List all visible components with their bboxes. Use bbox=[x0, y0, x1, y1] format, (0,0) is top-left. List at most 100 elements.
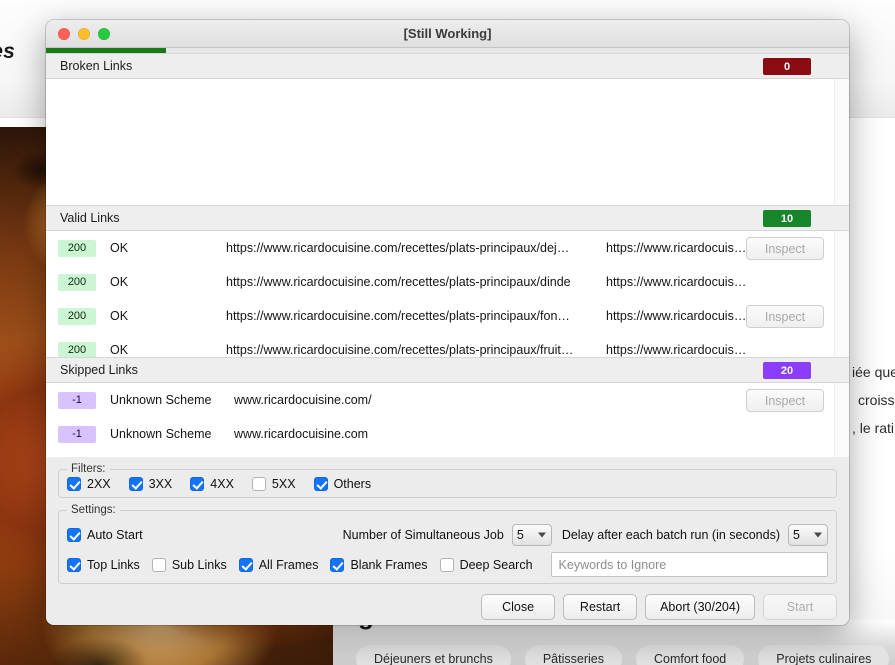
checkbox-icon[interactable] bbox=[67, 477, 81, 491]
sub-links-toggle[interactable]: Sub Links bbox=[151, 557, 227, 572]
checkbox-icon[interactable] bbox=[67, 557, 81, 572]
section-label-broken-links: Broken Links bbox=[60, 59, 133, 73]
auto-start-toggle[interactable]: Auto Start bbox=[67, 528, 143, 542]
background-headline: RDO es bbox=[0, 40, 16, 63]
simultaneous-job-label: Number of Simultaneous Job bbox=[342, 528, 504, 542]
dialog-button-bar: Close Restart Abort (30/204) Start bbox=[58, 584, 837, 625]
link-url[interactable]: https://www.ricardocuisine.com/recettes/… bbox=[226, 343, 606, 357]
link-url[interactable]: www.ricardocuisine.com bbox=[234, 427, 376, 441]
checkbox-icon[interactable] bbox=[67, 528, 81, 542]
dialog-controls: Filters: 2XX 3XX 4XX 5XX Others Settings… bbox=[46, 457, 849, 625]
blank-frames-toggle[interactable]: Blank Frames bbox=[330, 557, 428, 572]
skipped-links-count-badge: 20 bbox=[763, 362, 811, 379]
filter-others[interactable]: Others bbox=[313, 477, 372, 491]
filter-4xx[interactable]: 4XX bbox=[190, 477, 234, 491]
scope-label: Deep Search bbox=[459, 557, 533, 572]
filter-5xx[interactable]: 5XX bbox=[251, 477, 296, 491]
delay-select[interactable]: 5 bbox=[788, 524, 828, 546]
filter-label: Others bbox=[333, 477, 372, 491]
link-url[interactable]: https://www.ricardocuisine.com/recettes/… bbox=[226, 309, 606, 323]
link-url[interactable]: www.ricardocuisine.com/ bbox=[234, 393, 380, 407]
table-row[interactable]: 200 OK https://www.ricardocuisine.com/re… bbox=[46, 299, 849, 333]
dialog-titlebar[interactable]: [Still Working] bbox=[46, 20, 849, 48]
checkbox-icon[interactable] bbox=[151, 557, 166, 572]
source-url[interactable]: https://www.ricardocuis… bbox=[606, 275, 768, 289]
delay-label: Delay after each batch run (in seconds) bbox=[561, 528, 780, 542]
skipped-links-list[interactable]: -1 Unknown Scheme www.ricardocuisine.com… bbox=[46, 383, 849, 457]
status-code-badge: 200 bbox=[58, 341, 96, 357]
filters-group: Filters: 2XX 3XX 4XX 5XX Others bbox=[58, 463, 837, 498]
top-links-toggle[interactable]: Top Links bbox=[67, 557, 140, 572]
background-category-chips: Déjeuners et brunchs Pâtisseries Comfort… bbox=[356, 645, 895, 665]
checkbox-icon[interactable] bbox=[238, 557, 253, 572]
background-right-line-2: croissa bbox=[858, 392, 895, 408]
keywords-to-ignore-input[interactable]: Keywords to Ignore bbox=[550, 552, 828, 577]
all-frames-toggle[interactable]: All Frames bbox=[238, 557, 319, 572]
scope-label: All Frames bbox=[258, 557, 319, 572]
valid-links-list[interactable]: 200 OK https://www.ricardocuisine.com/re… bbox=[46, 231, 849, 357]
link-url[interactable]: https://www.ricardocuisine.com/recettes/… bbox=[226, 241, 606, 255]
status-code-badge: -1 bbox=[58, 425, 96, 443]
category-chip[interactable]: Pâtisseries bbox=[524, 645, 622, 665]
restart-button[interactable]: Restart bbox=[563, 594, 638, 620]
status-code-badge: -1 bbox=[58, 391, 96, 409]
section-header-valid-links[interactable]: Valid Links 10 bbox=[46, 205, 849, 231]
chevron-down-icon bbox=[814, 532, 822, 538]
category-chip[interactable]: Comfort food bbox=[635, 645, 745, 665]
status-text: OK bbox=[110, 309, 129, 323]
table-row[interactable]: -1 Unknown Scheme www.ricardocuisine.com… bbox=[46, 417, 849, 451]
chevron-down-icon bbox=[537, 532, 546, 538]
inspect-button[interactable]: Inspect bbox=[746, 237, 824, 260]
table-row[interactable]: -1 Unknown Scheme www.ricardocuisine.com… bbox=[46, 383, 849, 417]
scope-label: Sub Links bbox=[171, 557, 227, 572]
status-text: OK bbox=[110, 343, 129, 357]
settings-legend: Settings: bbox=[71, 504, 116, 516]
filter-label: 4XX bbox=[210, 477, 234, 491]
filter-2xx[interactable]: 2XX bbox=[67, 477, 111, 491]
status-text: Unknown Scheme bbox=[110, 427, 212, 441]
simultaneous-job-select[interactable]: 5 bbox=[511, 524, 552, 546]
source-url[interactable]: https://www.ricardocuis… bbox=[606, 309, 768, 323]
checkbox-icon[interactable] bbox=[439, 557, 454, 572]
table-row[interactable]: 200 OK https://www.ricardocuisine.com/re… bbox=[46, 231, 849, 265]
section-header-skipped-links[interactable]: Skipped Links 20 bbox=[46, 357, 849, 383]
link-checker-dialog: [Still Working] Broken Links 0 Valid Lin… bbox=[46, 20, 849, 625]
filter-3xx[interactable]: 3XX bbox=[128, 477, 173, 491]
table-row[interactable]: 200 OK https://www.ricardocuisine.com/re… bbox=[46, 265, 849, 328]
checkbox-icon[interactable] bbox=[251, 477, 266, 491]
keywords-placeholder: Keywords to Ignore bbox=[558, 557, 667, 572]
filters-checkbox-row: 2XX 3XX 4XX 5XX Others bbox=[67, 477, 828, 491]
checkbox-icon[interactable] bbox=[313, 477, 328, 491]
category-chip[interactable]: Déjeuners et brunchs bbox=[356, 645, 511, 665]
source-url[interactable]: https://www.ricardocuis… bbox=[606, 241, 768, 255]
table-row[interactable]: 200 OK https://www.ricardocuisine.com/re… bbox=[46, 333, 849, 357]
category-chip[interactable]: Projets culinaires bbox=[758, 645, 890, 665]
filters-legend: Filters: bbox=[71, 463, 106, 475]
filter-label: 3XX bbox=[148, 477, 173, 491]
status-text: OK bbox=[110, 241, 129, 255]
checkbox-icon[interactable] bbox=[190, 477, 205, 491]
source-url[interactable]: https://www.ricardocuis… bbox=[606, 343, 768, 357]
status-text: Unknown Scheme bbox=[110, 393, 212, 407]
broken-links-scrollbar[interactable] bbox=[834, 79, 849, 205]
settings-row-primary: Auto Start Number of Simultaneous Job 5 … bbox=[67, 524, 828, 546]
section-label-valid-links: Valid Links bbox=[60, 211, 120, 225]
status-code-badge: 200 bbox=[58, 307, 96, 325]
filter-label: 5XX bbox=[271, 477, 296, 491]
inspect-button[interactable]: Inspect bbox=[746, 389, 824, 412]
checkbox-icon[interactable] bbox=[128, 477, 143, 491]
section-header-broken-links[interactable]: Broken Links 0 bbox=[46, 53, 849, 79]
checkbox-icon[interactable] bbox=[330, 557, 345, 572]
link-url[interactable]: https://www.ricardocuisine.com/recettes/… bbox=[226, 275, 606, 289]
dialog-title: [Still Working] bbox=[403, 26, 492, 41]
background-right-line-3: , le rati bbox=[852, 420, 895, 436]
deep-search-toggle[interactable]: Deep Search bbox=[439, 557, 533, 572]
background-right-line-1: iée que bbox=[852, 364, 895, 380]
broken-links-list[interactable] bbox=[46, 79, 849, 205]
status-text: OK bbox=[110, 275, 129, 289]
delay-value: 5 bbox=[793, 528, 800, 542]
close-button[interactable]: Close bbox=[481, 594, 556, 620]
settings-row-scope: Top Links Sub Links All Frames Blank Fra… bbox=[67, 552, 828, 577]
abort-button[interactable]: Abort (30/204) bbox=[645, 594, 755, 620]
simultaneous-job-value: 5 bbox=[516, 528, 524, 542]
